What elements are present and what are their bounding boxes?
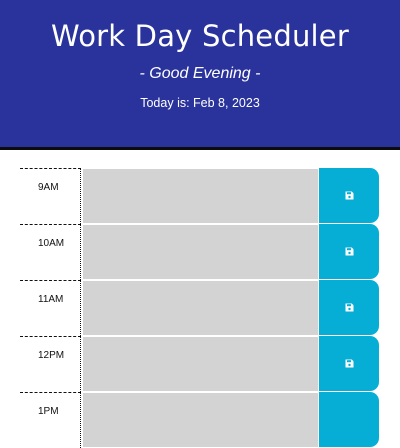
hour-cell: 1PM	[20, 392, 81, 448]
time-block-row: 1PM	[0, 392, 400, 448]
floppy-disk-icon	[345, 359, 353, 368]
hour-label: 12PM	[38, 350, 65, 361]
event-description-field[interactable]	[82, 224, 319, 280]
time-block-row: 9AM	[0, 168, 400, 224]
save-button[interactable]	[319, 168, 379, 223]
floppy-disk-icon	[345, 247, 353, 256]
floppy-disk-icon	[345, 191, 353, 200]
save-button[interactable]	[319, 224, 379, 279]
hour-label: 9AM	[38, 182, 59, 193]
event-description-field[interactable]	[82, 392, 319, 448]
greeting-text: - Good Evening -	[139, 65, 261, 82]
today-date: Feb 8, 2023	[193, 96, 260, 110]
hour-cell: 11AM	[20, 280, 81, 336]
today-label: Today is:	[140, 96, 194, 110]
floppy-disk-icon	[345, 303, 353, 312]
time-block-row: 12PM	[0, 336, 400, 392]
hour-label: 1PM	[38, 406, 59, 417]
save-button[interactable]	[319, 392, 379, 447]
page-title: Work Day Scheduler	[51, 19, 349, 53]
hour-label: 11AM	[38, 294, 64, 305]
event-description-field[interactable]	[82, 280, 319, 336]
current-date: Today is: Feb 8, 2023	[0, 94, 400, 112]
hour-cell: 9AM	[20, 168, 81, 224]
event-description-field[interactable]	[82, 336, 319, 392]
save-button[interactable]	[319, 336, 379, 391]
time-block-row: 11AM	[0, 280, 400, 336]
save-button[interactable]	[319, 280, 379, 335]
event-description-field[interactable]	[82, 168, 319, 224]
hour-label: 10AM	[38, 238, 65, 249]
hour-cell: 12PM	[20, 336, 81, 392]
time-block-list: 9AM 10AM 11AM 12PM 1PM	[0, 150, 400, 448]
page-header: Work Day Scheduler - Good Evening - Toda…	[0, 0, 400, 150]
time-block-row: 10AM	[0, 224, 400, 280]
hour-cell: 10AM	[20, 224, 81, 280]
